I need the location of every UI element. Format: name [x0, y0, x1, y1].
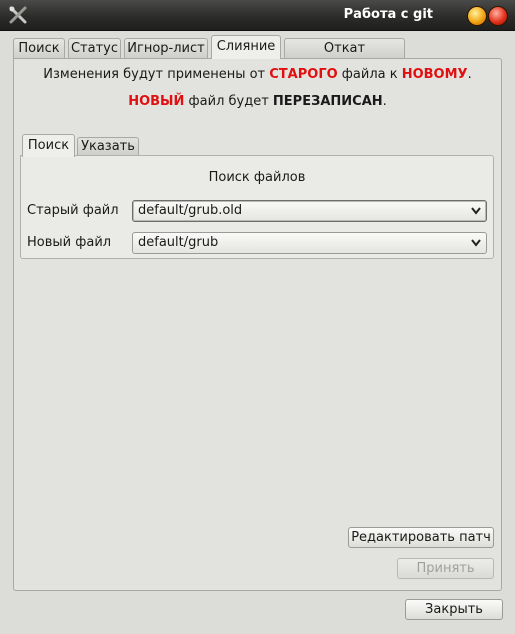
tab-merge[interactable]: Слияние: [211, 35, 281, 59]
merge-info-line-1: Изменения будут применены от СТАРОГО фай…: [43, 67, 472, 82]
search-files-title: Поиск файлов: [208, 170, 306, 185]
chevron-down-icon: [471, 207, 481, 215]
edit-patch-button[interactable]: Редактировать патч: [348, 527, 494, 548]
close-icon[interactable]: [488, 6, 508, 26]
new-file-label: Новый файл: [27, 235, 112, 250]
minimize-icon[interactable]: [467, 6, 487, 26]
new-file-combobox[interactable]: default/grub: [132, 232, 487, 254]
window-title: Работа с git: [343, 7, 433, 22]
subtab-search[interactable]: Поиск: [22, 134, 75, 157]
old-file-combobox[interactable]: default/grub.old: [132, 200, 487, 222]
tab-search[interactable]: Поиск: [13, 38, 65, 58]
chevron-down-icon: [471, 239, 481, 247]
title-bar[interactable]: Работа с git: [0, 0, 515, 31]
merge-info-line-2: НОВЫЙ файл будет ПЕРЕЗАПИСАН.: [128, 94, 387, 109]
file-search-panel: Поиск файлов Старый файл default/grub.ol…: [20, 155, 494, 259]
subtab-specify[interactable]: Указать: [77, 137, 139, 156]
old-file-label: Старый файл: [27, 203, 119, 218]
close-button[interactable]: Закрыть: [405, 599, 503, 620]
apply-button[interactable]: Принять: [397, 558, 494, 579]
tab-status[interactable]: Статус: [68, 38, 121, 58]
tab-ignore-list[interactable]: Игнор-лист: [124, 38, 208, 58]
tab-revert-changes[interactable]: Откат изменений: [284, 38, 405, 75]
git-dialog-window: Работа с git Поиск Статус Игнор-лист Сли…: [0, 0, 515, 634]
